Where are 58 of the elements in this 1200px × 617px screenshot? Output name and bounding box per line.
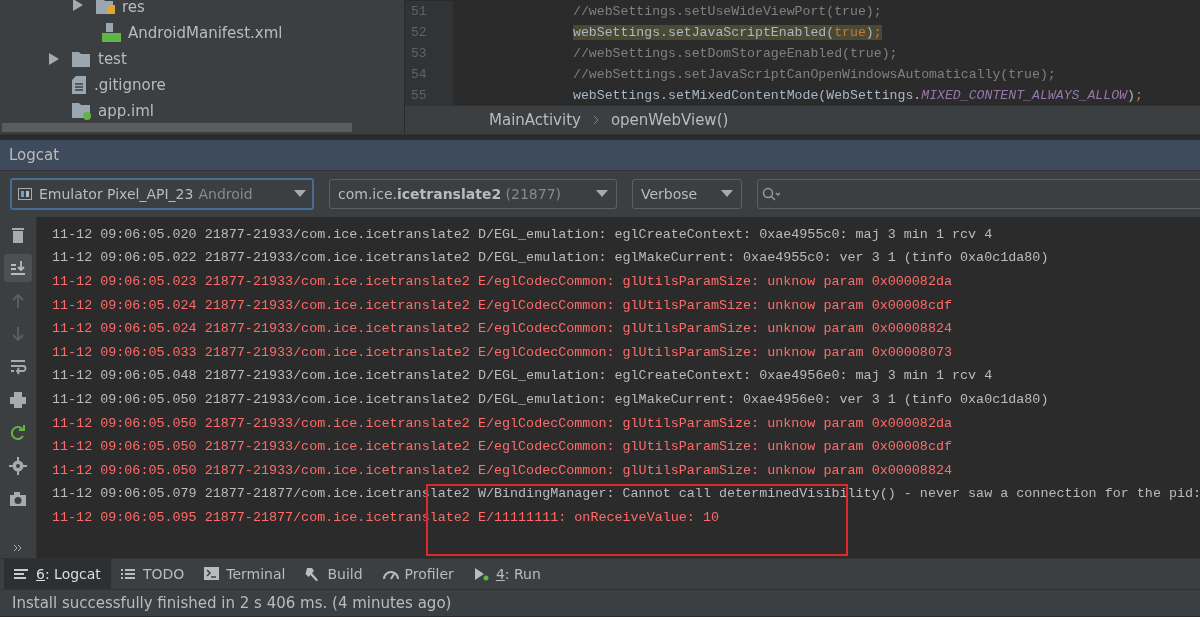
- log-line: 11-12 09:06:05.020 21877-21933/com.ice.icetranslate2 D/EGL_emulation: eglCreateContext: 0xae4955c0: maj 3 min 1 rcv 4: [52, 225, 994, 244]
- tree-label: .gitignore: [94, 76, 166, 94]
- tree-item[interactable]: .gitignore: [0, 72, 404, 98]
- caret-icon: [294, 190, 306, 198]
- breadcrumb[interactable]: openWebView(): [610, 111, 729, 130]
- device-icon: [18, 187, 32, 200]
- log-line: 11-12 09:06:05.033 21877-21933/com.ice.icetranslate2 E/eglCodecCommon: glUtilsParamSize: unknow param 0x00008073: [52, 343, 953, 362]
- search-icon: [762, 186, 780, 201]
- file-icon: [72, 76, 88, 94]
- log-line: 11-12 09:06:05.050 21877-21933/com.ice.icetranslate2 E/eglCodecCommon: glUtilsParamSize: unknow param 0x000082da: [52, 414, 953, 433]
- log-line: 11-12 09:06:05.050 21877-21933/com.ice.icetranslate2 E/eglCodecCommon: glUtilsParamSize: unknow param 0x00008cdf: [52, 438, 953, 457]
- expand-arrow-icon[interactable]: [72, 0, 84, 12]
- log-line: 11-12 09:06:05.050 21877-21933/com.ice.icetranslate2 D/EGL_emulation: eglMakeCurrent: 0xae4956e0: ver 3 1 (tinfo 0xa0c1da80): [52, 391, 1050, 409]
- tree-label: AndroidManifest.xml: [128, 24, 283, 42]
- module-file-icon: [72, 102, 92, 120]
- scrollbar[interactable]: [2, 123, 352, 132]
- folder-icon: [96, 0, 116, 14]
- log-line: 11-12 09:06:05.022 21877-21933/com.ice.icetranslate2 D/EGL_emulation: eglMakeCurrent: 0xae4955c0: ver 3 1 (tinfo 0xa0c1da80): [52, 249, 1050, 268]
- log-line: 11-12 09:06:05.024 21877-21933/com.ice.icetranslate2 E/eglCodecCommon: glUtilsParamSize: unknow param 0x00008cdf: [52, 296, 953, 315]
- tool-window-tab[interactable]: TODO: [110, 559, 195, 590]
- code-line: webSettings.setMixedContentMode(WebSettings.MIXED_CONTENT_ALWAYS_ALLOW);: [573, 88, 1143, 103]
- tree-label: app.iml: [98, 102, 154, 120]
- log-line: 11-12 09:06:05.048 21877-21933/com.ice.icetranslate2 D/EGL_emulation: eglCreateContext: 0xae4956e0: maj 3 min 1 rcv 4: [52, 367, 994, 386]
- tool-window-tab[interactable]: 4: Run: [463, 559, 551, 590]
- status-message: Install successfully finished in 2 s 406 ms. (4 minutes ago): [12, 594, 452, 613]
- caret-icon: [721, 190, 733, 198]
- run-icon: [473, 567, 490, 582]
- tree-item[interactable]: test: [0, 46, 404, 72]
- code-line: //webSettings.setJavaScriptCanOpenWindowsAutomatically(true);: [573, 67, 1056, 82]
- tree-item[interactable]: app.iml: [0, 98, 404, 124]
- log-level-dropdown[interactable]: Verbose: [632, 178, 742, 209]
- tool-window-tab[interactable]: Build: [295, 559, 373, 590]
- device-dropdown[interactable]: Emulator Pixel_API_23 Android: [10, 177, 314, 210]
- tool-window-tab[interactable]: Terminal: [194, 559, 296, 590]
- panel-title: Logcat: [9, 145, 60, 164]
- code-line: //webSettings.setUseWideViewPort(true);: [573, 4, 882, 19]
- search-field[interactable]: [757, 178, 1200, 209]
- tree-label: test: [98, 50, 127, 68]
- tool-window-tab[interactable]: Profiler: [372, 559, 464, 590]
- more-icon[interactable]: [13, 544, 23, 553]
- expand-arrow-icon[interactable]: [48, 52, 60, 66]
- tree-item[interactable]: AndroidManifest.xml: [0, 20, 404, 46]
- log-line: 11-12 09:06:05.050 21877-21933/com.ice.icetranslate2 E/eglCodecCommon: glUtilsParamSize: unknow param 0x00008824: [52, 461, 953, 480]
- todo-icon: [120, 567, 137, 582]
- tree-item[interactable]: res: [0, 0, 404, 16]
- tree-label: res: [122, 0, 145, 16]
- code-line: //webSettings.setDomStorageEnabled(true);: [573, 46, 898, 61]
- tool-window-tab[interactable]: 6: Logcat: [4, 559, 111, 590]
- log-line: 11-12 09:06:05.024 21877-21933/com.ice.icetranslate2 E/eglCodecCommon: glUtilsParamSize: unknow param 0x00008824: [52, 320, 953, 339]
- folder-icon: [72, 51, 92, 67]
- scroll-end-icon[interactable]: [4, 253, 32, 282]
- log-line: 11-12 09:06:05.023 21877-21933/com.ice.icetranslate2 E/eglCodecCommon: glUtilsParamSize: unknow param 0x000082da: [52, 273, 953, 291]
- logcat-icon: [14, 567, 30, 582]
- manifest-file-icon: [102, 23, 122, 43]
- process-dropdown[interactable]: com.ice.icetranslate2 (21877): [329, 178, 617, 209]
- caret-icon: [596, 190, 608, 198]
- breadcrumb[interactable]: MainActivity: [489, 111, 581, 130]
- terminal-icon: [204, 567, 221, 582]
